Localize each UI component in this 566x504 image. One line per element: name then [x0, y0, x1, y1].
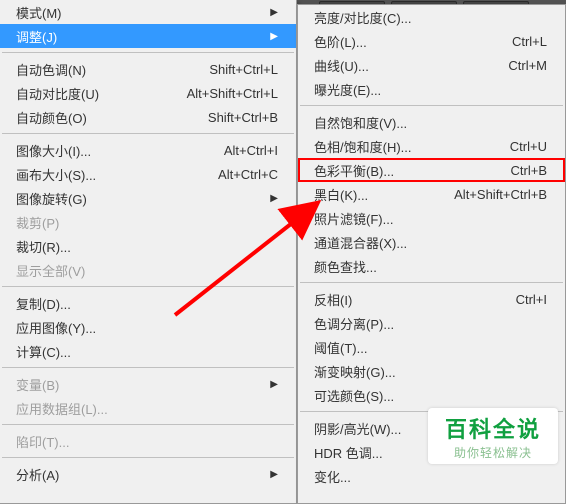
- menu-item-label: 模式(M): [16, 3, 262, 22]
- menu-item-shortcut: Ctrl+L: [502, 34, 547, 49]
- menu-item[interactable]: 阈值(T)...: [298, 335, 565, 359]
- menu-item[interactable]: 变化...: [298, 464, 565, 488]
- menu-separator: [2, 133, 294, 134]
- menu-item[interactable]: 裁切(R)...: [0, 234, 296, 258]
- menu-item-shortcut: Shift+Ctrl+B: [198, 110, 278, 125]
- menu-item-shortcut: Alt+Shift+Ctrl+B: [444, 187, 547, 202]
- menu-item-label: 曝光度(E)...: [314, 80, 547, 99]
- menu-item-label: 自动对比度(U): [16, 84, 177, 103]
- menu-item[interactable]: 曲线(U)...Ctrl+M: [298, 53, 565, 77]
- menu-item-label: 色阶(L)...: [314, 32, 502, 51]
- menu-item: 变量(B) ▶: [0, 372, 296, 396]
- menu-item-label: 曲线(U)...: [314, 56, 498, 75]
- menu-item-label: 裁切(R)...: [16, 237, 278, 256]
- menu-item[interactable]: 应用图像(Y)...: [0, 315, 296, 339]
- menu-item-label: 阈值(T)...: [314, 338, 547, 357]
- menu-item-label: 色相/饱和度(H)...: [314, 137, 500, 156]
- submenu-arrow-icon: ▶: [270, 469, 278, 480]
- menu-item[interactable]: 照片滤镜(F)...: [298, 206, 565, 230]
- menu-item-label: 渐变映射(G)...: [314, 362, 547, 381]
- menu-item-label: 应用图像(Y)...: [16, 318, 278, 337]
- menu-separator: [2, 52, 294, 53]
- watermark-subtitle: 助你轻松解决: [454, 444, 532, 461]
- menu-item: 显示全部(V): [0, 258, 296, 282]
- menu-item-label: 应用数据组(L)...: [16, 399, 278, 418]
- menu-item-label: 自然饱和度(V)...: [314, 113, 547, 132]
- menu-item: 陷印(T)...: [0, 429, 296, 453]
- menu-item[interactable]: 反相(I)Ctrl+I: [298, 287, 565, 311]
- menu-item-shortcut: Alt+Ctrl+I: [214, 143, 278, 158]
- menu-item[interactable]: 黑白(K)...Alt+Shift+Ctrl+B: [298, 182, 565, 206]
- submenu-arrow-icon: ▶: [270, 193, 278, 204]
- menu-item-shortcut: Alt+Ctrl+C: [208, 167, 278, 182]
- menu-item-shortcut: Ctrl+U: [500, 139, 547, 154]
- menu-item-label: 显示全部(V): [16, 261, 278, 280]
- menu-item[interactable]: 色调分离(P)...: [298, 311, 565, 335]
- menu-item-label: 计算(C)...: [16, 342, 278, 361]
- menu-item[interactable]: 曝光度(E)...: [298, 77, 565, 101]
- menu-item-shortcut: Ctrl+B: [501, 163, 547, 178]
- menu-item[interactable]: 图像大小(I)...Alt+Ctrl+I: [0, 138, 296, 162]
- menu-separator: [300, 282, 563, 283]
- menu-separator: [2, 286, 294, 287]
- menu-item[interactable]: 自动色调(N)Shift+Ctrl+L: [0, 57, 296, 81]
- menu-separator: [2, 457, 294, 458]
- watermark-title: 百科全说: [445, 412, 541, 444]
- menu-item-label: 变量(B): [16, 375, 262, 394]
- menu-item-label: 图像旋转(G): [16, 189, 262, 208]
- menu-item-label: 变化...: [314, 467, 547, 486]
- menu-item: 应用数据组(L)...: [0, 396, 296, 420]
- menu-item-label: 裁剪(P): [16, 213, 278, 232]
- menu-item-shortcut: Alt+Shift+Ctrl+L: [177, 86, 278, 101]
- menu-item[interactable]: 模式(M) ▶: [0, 0, 296, 24]
- menu-item[interactable]: 自动对比度(U)Alt+Shift+Ctrl+L: [0, 81, 296, 105]
- menu-item[interactable]: 复制(D)...: [0, 291, 296, 315]
- menu-item-label: 色调分离(P)...: [314, 314, 547, 333]
- menu-item[interactable]: 图像旋转(G) ▶: [0, 186, 296, 210]
- menu-item-label: 画布大小(S)...: [16, 165, 208, 184]
- menu-item-label: 图像大小(I)...: [16, 141, 214, 160]
- submenu-arrow-icon: ▶: [270, 379, 278, 390]
- image-menu: 模式(M)▶调整(J)▶自动色调(N)Shift+Ctrl+L自动对比度(U)A…: [0, 0, 297, 504]
- menu-item-shortcut: Shift+Ctrl+L: [199, 62, 278, 77]
- menu-item-shortcut: Ctrl+I: [506, 292, 547, 307]
- menu-item[interactable]: 可选颜色(S)...: [298, 383, 565, 407]
- menu-item-label: 自动颜色(O): [16, 108, 198, 127]
- menu-item-label: 复制(D)...: [16, 294, 278, 313]
- menu-item-label: 可选颜色(S)...: [314, 386, 547, 405]
- menu-item-label: 色彩平衡(B)...: [314, 161, 501, 180]
- menu-item[interactable]: 画布大小(S)...Alt+Ctrl+C: [0, 162, 296, 186]
- menu-item-label: 颜色查找...: [314, 257, 547, 276]
- submenu-arrow-icon: ▶: [270, 7, 278, 18]
- menu-item[interactable]: 渐变映射(G)...: [298, 359, 565, 383]
- menu-item[interactable]: 通道混合器(X)...: [298, 230, 565, 254]
- menu-item[interactable]: 色彩平衡(B)...Ctrl+B: [298, 158, 565, 182]
- menu-item[interactable]: 色相/饱和度(H)...Ctrl+U: [298, 134, 565, 158]
- menu-item[interactable]: 亮度/对比度(C)...: [298, 5, 565, 29]
- menu-item-label: 反相(I): [314, 290, 506, 309]
- menu-item[interactable]: 颜色查找...: [298, 254, 565, 278]
- menu-item[interactable]: 色阶(L)...Ctrl+L: [298, 29, 565, 53]
- menu-item-label: 黑白(K)...: [314, 185, 444, 204]
- menu-item-label: 陷印(T)...: [16, 432, 278, 451]
- menu-item-label: 通道混合器(X)...: [314, 233, 547, 252]
- menu-item[interactable]: 调整(J) ▶: [0, 24, 296, 48]
- menu-separator: [2, 367, 294, 368]
- menu-item-label: 亮度/对比度(C)...: [314, 8, 547, 27]
- menu-item-label: 照片滤镜(F)...: [314, 209, 547, 228]
- menu-item[interactable]: 分析(A) ▶: [0, 462, 296, 486]
- menu-separator: [2, 424, 294, 425]
- menu-item-label: 分析(A): [16, 465, 262, 484]
- submenu-arrow-icon: ▶: [270, 31, 278, 42]
- menu-item[interactable]: 自然饱和度(V)...: [298, 110, 565, 134]
- watermark: 百科全说 助你轻松解决: [428, 408, 558, 464]
- menu-item: 裁剪(P): [0, 210, 296, 234]
- menu-item-label: 自动色调(N): [16, 60, 199, 79]
- menu-item-label: 调整(J): [16, 27, 262, 46]
- menu-item[interactable]: 计算(C)...: [0, 339, 296, 363]
- menu-separator: [300, 105, 563, 106]
- menu-item[interactable]: 自动颜色(O)Shift+Ctrl+B: [0, 105, 296, 129]
- menu-item-shortcut: Ctrl+M: [498, 58, 547, 73]
